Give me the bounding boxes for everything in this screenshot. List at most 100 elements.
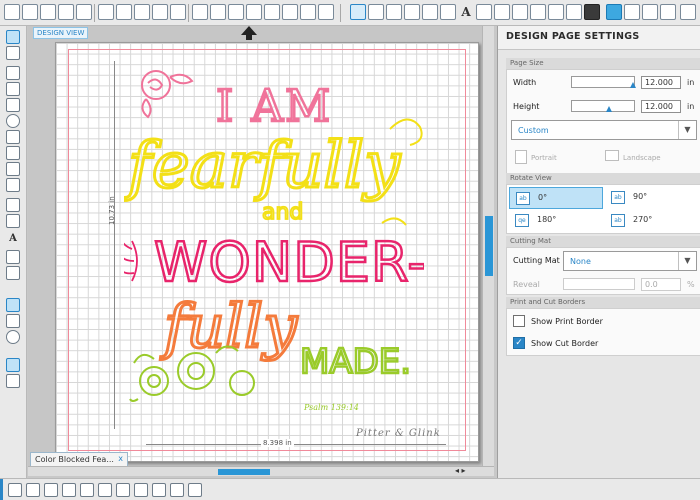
chevron-down-icon[interactable]: ▼ <box>678 121 696 139</box>
library-icon[interactable] <box>660 4 676 20</box>
circle-effects-icon[interactable] <box>6 330 20 344</box>
cut-settings-icon[interactable] <box>642 4 658 20</box>
edit-points-icon[interactable] <box>6 46 20 60</box>
reveal-slider[interactable] <box>563 278 635 290</box>
page-size-dropdown[interactable]: Custom ▼ <box>511 120 697 140</box>
document-tab[interactable]: Color Blocked Fea... x <box>30 452 128 466</box>
show-print-border-label[interactable]: Show Print Border <box>531 317 603 326</box>
close-tab-icon[interactable]: x <box>118 454 123 463</box>
copy-icon[interactable] <box>134 4 150 20</box>
new-file-icon[interactable] <box>4 4 20 20</box>
release-compound-path-icon[interactable] <box>62 483 76 497</box>
save-icon[interactable] <box>58 4 74 20</box>
make-compound-path-icon[interactable] <box>44 483 58 497</box>
send-backward-icon[interactable] <box>134 483 148 497</box>
save-as-icon[interactable] <box>76 4 92 20</box>
duplicate-icon[interactable] <box>80 483 94 497</box>
cutting-mat-dropdown[interactable]: None ▼ <box>563 251 697 271</box>
line-tool-icon[interactable] <box>6 66 20 80</box>
design-settings-icon[interactable] <box>350 4 366 20</box>
rotate-icon[interactable] <box>494 4 510 20</box>
bring-to-front-icon[interactable] <box>152 483 166 497</box>
image-effects-icon[interactable] <box>6 314 20 328</box>
vertical-scroll-thumb[interactable] <box>485 216 493 276</box>
layers-icon[interactable] <box>6 374 20 388</box>
delete-icon[interactable] <box>98 483 112 497</box>
zoom-select-icon[interactable] <box>282 4 298 20</box>
undo-icon[interactable] <box>192 4 208 20</box>
fill-color-icon[interactable] <box>368 4 384 20</box>
tab-scroll-arrows[interactable]: ◂ ▸ <box>455 466 481 476</box>
fill-pattern-icon[interactable] <box>404 4 420 20</box>
portrait-icon[interactable] <box>515 150 527 164</box>
drag-zoom-icon[interactable] <box>300 4 316 20</box>
text-style-icon[interactable]: A <box>458 4 474 20</box>
open-folder-icon[interactable] <box>22 4 38 20</box>
show-cut-border-checkbox[interactable]: ✓ <box>513 337 525 349</box>
send-icon[interactable] <box>116 4 132 20</box>
offset-icon[interactable] <box>566 4 582 20</box>
select-tool-icon[interactable] <box>6 30 20 44</box>
rotate-0-option[interactable]: ab 0° <box>509 187 603 209</box>
show-print-border-checkbox[interactable] <box>513 315 525 327</box>
show-cut-border-label[interactable]: Show Cut Border <box>531 339 598 348</box>
align-icon[interactable] <box>512 4 528 20</box>
height-input[interactable]: 12.000 <box>641 100 681 113</box>
polygon-tool-icon[interactable] <box>6 130 20 144</box>
open-library-icon[interactable] <box>40 4 56 20</box>
send-to-back-icon[interactable] <box>170 483 184 497</box>
gradient-icon[interactable] <box>386 4 402 20</box>
design-page[interactable]: 10.73 in 8.398 in I AM fearfully and WON… <box>55 42 479 462</box>
arc-tool-icon[interactable] <box>6 162 20 176</box>
pentagon-tool-icon[interactable] <box>6 214 20 228</box>
zoom-in-icon[interactable] <box>246 4 262 20</box>
store-icon[interactable] <box>680 4 696 20</box>
weld-icon[interactable] <box>188 483 202 497</box>
line-color-icon[interactable] <box>440 4 456 20</box>
rounded-rectangle-tool-icon[interactable] <box>6 98 20 112</box>
cut-scissors-icon[interactable] <box>170 4 186 20</box>
horizontal-scroll-thumb[interactable] <box>218 469 270 475</box>
width-input[interactable]: 12.000 <box>641 76 681 89</box>
zoom-out-icon[interactable] <box>264 4 280 20</box>
group-icon[interactable] <box>8 483 22 497</box>
reveal-input[interactable]: 0.0 <box>641 278 681 291</box>
width-slider[interactable] <box>571 76 636 88</box>
landscape-icon[interactable] <box>605 150 619 161</box>
bring-forward-icon[interactable] <box>116 483 130 497</box>
portrait-label[interactable]: Portrait <box>531 154 557 162</box>
rotate-180-option[interactable]: qe 180° <box>509 210 603 232</box>
regular-polygon-icon[interactable] <box>6 198 20 212</box>
knife-tool-icon[interactable] <box>6 266 20 280</box>
show-grid-icon[interactable] <box>6 298 20 312</box>
rectangle-tool-icon[interactable] <box>6 82 20 96</box>
width-slider-handle[interactable] <box>630 82 636 88</box>
panel-toggle-icon[interactable] <box>6 358 20 372</box>
lettering-artwork[interactable]: I AM fearfully and WONDER- fully MADE. <box>124 63 424 405</box>
redo-icon[interactable] <box>210 4 226 20</box>
rotate-270-option[interactable]: ab 270° <box>605 210 699 232</box>
rotate-90-option[interactable]: ab 90° <box>605 187 699 209</box>
replicate-icon[interactable] <box>530 4 546 20</box>
page-setup-icon[interactable] <box>606 4 622 20</box>
design-canvas[interactable]: DESIGN VIEW 10.73 in 8.398 in I AM fearf… <box>28 26 494 466</box>
horizontal-scrollbar[interactable] <box>28 466 494 476</box>
curve-tool-icon[interactable] <box>6 146 20 160</box>
height-slider[interactable] <box>571 100 635 112</box>
transform-icon[interactable] <box>476 4 492 20</box>
ungroup-icon[interactable] <box>26 483 40 497</box>
vertical-scrollbar[interactable] <box>482 26 494 466</box>
eraser-tool-icon[interactable] <box>6 250 20 264</box>
landscape-label[interactable]: Landscape <box>623 154 661 162</box>
print-icon[interactable] <box>98 4 114 20</box>
height-slider-handle[interactable] <box>606 106 612 112</box>
trace-icon[interactable] <box>584 4 600 20</box>
modify-icon[interactable] <box>548 4 564 20</box>
ellipse-tool-icon[interactable] <box>6 114 20 128</box>
line-style-icon[interactable] <box>422 4 438 20</box>
text-tool-icon[interactable]: A <box>6 232 20 246</box>
pan-hand-icon[interactable] <box>228 4 244 20</box>
registration-marks-icon[interactable] <box>624 4 640 20</box>
freehand-tool-icon[interactable] <box>6 178 20 192</box>
fit-to-window-icon[interactable] <box>318 4 334 20</box>
